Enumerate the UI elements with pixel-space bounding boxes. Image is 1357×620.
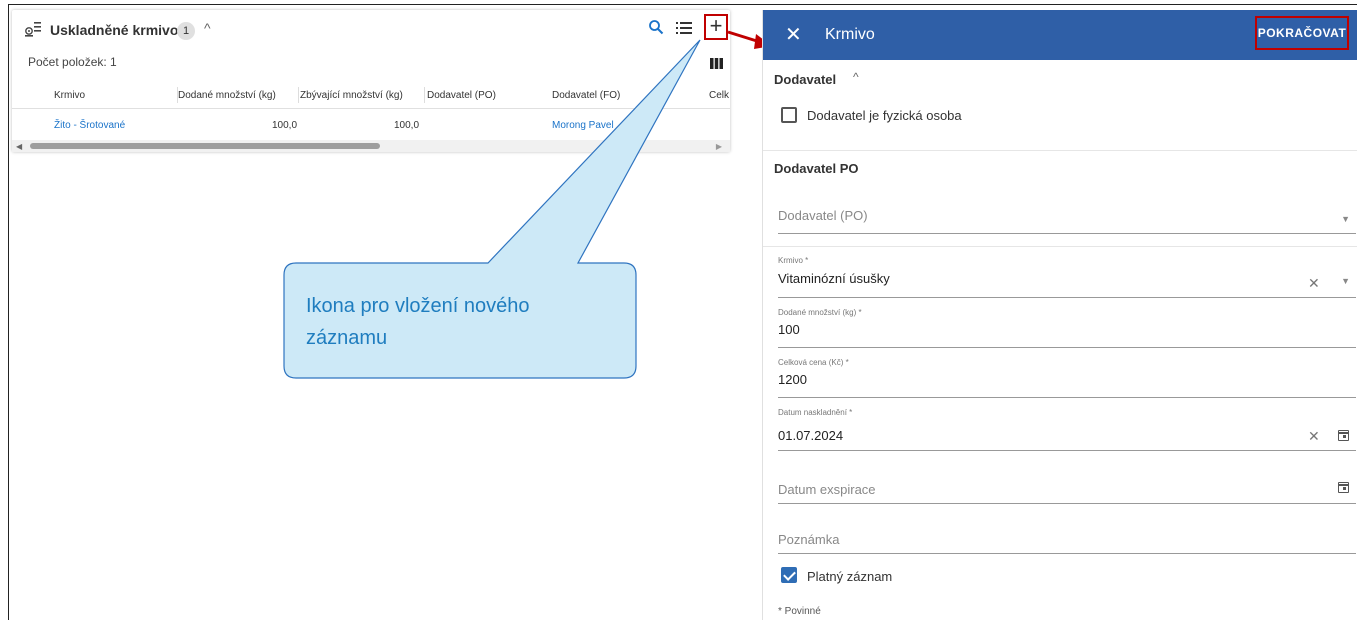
column-header[interactable]: Dodavatel (PO) — [427, 90, 496, 101]
stock-date-label: Datum naskladnění * — [778, 408, 853, 417]
columns-icon[interactable] — [710, 58, 723, 69]
feed-form-panel: ✕ Krmivo POKRAČOVAT Dodavatel ^ Dodavate… — [762, 10, 1357, 620]
delivered-amount-value: 100 — [778, 322, 800, 337]
horizontal-scrollbar[interactable]: ◀ ▶ — [12, 140, 730, 152]
add-record-button[interactable]: + — [704, 14, 728, 40]
item-count: Počet položek: 1 — [28, 55, 117, 69]
physical-person-checkbox[interactable] — [781, 107, 797, 123]
continue-button[interactable]: POKRAČOVAT — [1255, 16, 1349, 50]
supplier-po-placeholder: Dodavatel (PO) — [778, 208, 868, 223]
supplier-po-select[interactable]: Dodavatel (PO) ▼ — [778, 200, 1356, 234]
scrollbar-thumb[interactable] — [30, 143, 380, 149]
column-header[interactable]: Krmivo — [54, 90, 85, 101]
chevron-down-icon[interactable]: ▼ — [1341, 276, 1350, 286]
valid-record-label: Platný záznam — [807, 569, 893, 584]
supplier-fo-link[interactable]: Morong Pavel — [552, 120, 614, 131]
total-price-value: 1200 — [778, 372, 807, 387]
feed-value: Vitaminózní úsušky — [778, 271, 890, 286]
total-price-label: Celková cena (Kč) * — [778, 358, 849, 367]
chevron-up-icon[interactable]: ^ — [853, 70, 859, 84]
card-title: Uskladněné krmivo — [50, 22, 179, 38]
card-header: Uskladněné krmivo 1 ^ + — [12, 10, 730, 50]
menu-list-icon[interactable] — [676, 21, 692, 35]
divider — [763, 246, 1357, 247]
expiry-date-placeholder: Datum exspirace — [778, 482, 876, 497]
table-header: Krmivo Dodané množství (kg) Zbývající mn… — [12, 83, 730, 109]
section-supplier-po: Dodavatel PO — [774, 161, 859, 176]
calendar-icon[interactable] — [1338, 482, 1349, 493]
valid-record-checkbox[interactable] — [781, 567, 797, 583]
plus-icon: + — [709, 13, 723, 38]
column-header[interactable]: Dodavatel (FO) — [552, 90, 620, 101]
section-supplier: Dodavatel — [774, 72, 837, 87]
physical-person-label: Dodavatel je fyzická osoba — [807, 108, 962, 123]
scroll-left-icon[interactable]: ◀ — [16, 142, 22, 151]
column-header[interactable]: Celk — [709, 90, 729, 101]
callout-text: Ikona pro vložení nového záznamu — [306, 295, 530, 349]
clear-icon[interactable]: ✕ — [1308, 428, 1320, 445]
stock-date-value: 01.07.2024 — [778, 428, 844, 443]
column-header[interactable]: Dodané množství (kg) — [178, 90, 276, 101]
feed-label: Krmivo * — [778, 256, 809, 265]
expiry-date-input[interactable]: Datum exspirace — [778, 472, 1356, 504]
table-row[interactable]: Žito - Šrotované 100,0 100,0 Morong Pave… — [12, 110, 730, 140]
remaining-amount: 100,0 — [394, 120, 420, 131]
chevron-down-icon[interactable]: ▼ — [1341, 214, 1350, 224]
total-price-input[interactable]: Celková cena (Kč) * 1200 — [778, 358, 1356, 398]
list-icon — [25, 22, 41, 37]
feed-link[interactable]: Žito - Šrotované — [54, 120, 125, 131]
search-icon[interactable] — [648, 19, 664, 35]
chevron-up-icon[interactable]: ^ — [204, 20, 211, 36]
column-header[interactable]: Zbývající množství (kg) — [300, 90, 403, 101]
divider — [763, 150, 1357, 151]
calendar-icon[interactable] — [1338, 430, 1349, 441]
close-icon[interactable]: ✕ — [785, 22, 802, 47]
panel-title: Krmivo — [825, 26, 875, 43]
scroll-right-icon[interactable]: ▶ — [716, 142, 722, 151]
panel-header-bar: ✕ Krmivo POKRAČOVAT — [763, 10, 1357, 60]
note-placeholder: Poznámka — [778, 532, 840, 547]
feed-select[interactable]: Krmivo * Vitaminózní úsušky ✕ ▼ — [778, 256, 1356, 298]
delivered-amount-input[interactable]: Dodané množství (kg) * 100 — [778, 308, 1356, 348]
required-note: * Povinné — [778, 606, 821, 617]
clear-icon[interactable]: ✕ — [1308, 275, 1320, 292]
delivered-amount-label: Dodané množství (kg) * — [778, 308, 862, 317]
count-badge: 1 — [177, 22, 195, 40]
delivered-amount: 100,0 — [272, 120, 298, 131]
stored-feed-card: Uskladněné krmivo 1 ^ + Počet položek: 1… — [12, 10, 730, 152]
stock-date-input[interactable]: Datum naskladnění * 01.07.2024 ✕ — [778, 408, 1356, 451]
note-input[interactable]: Poznámka — [778, 524, 1356, 554]
